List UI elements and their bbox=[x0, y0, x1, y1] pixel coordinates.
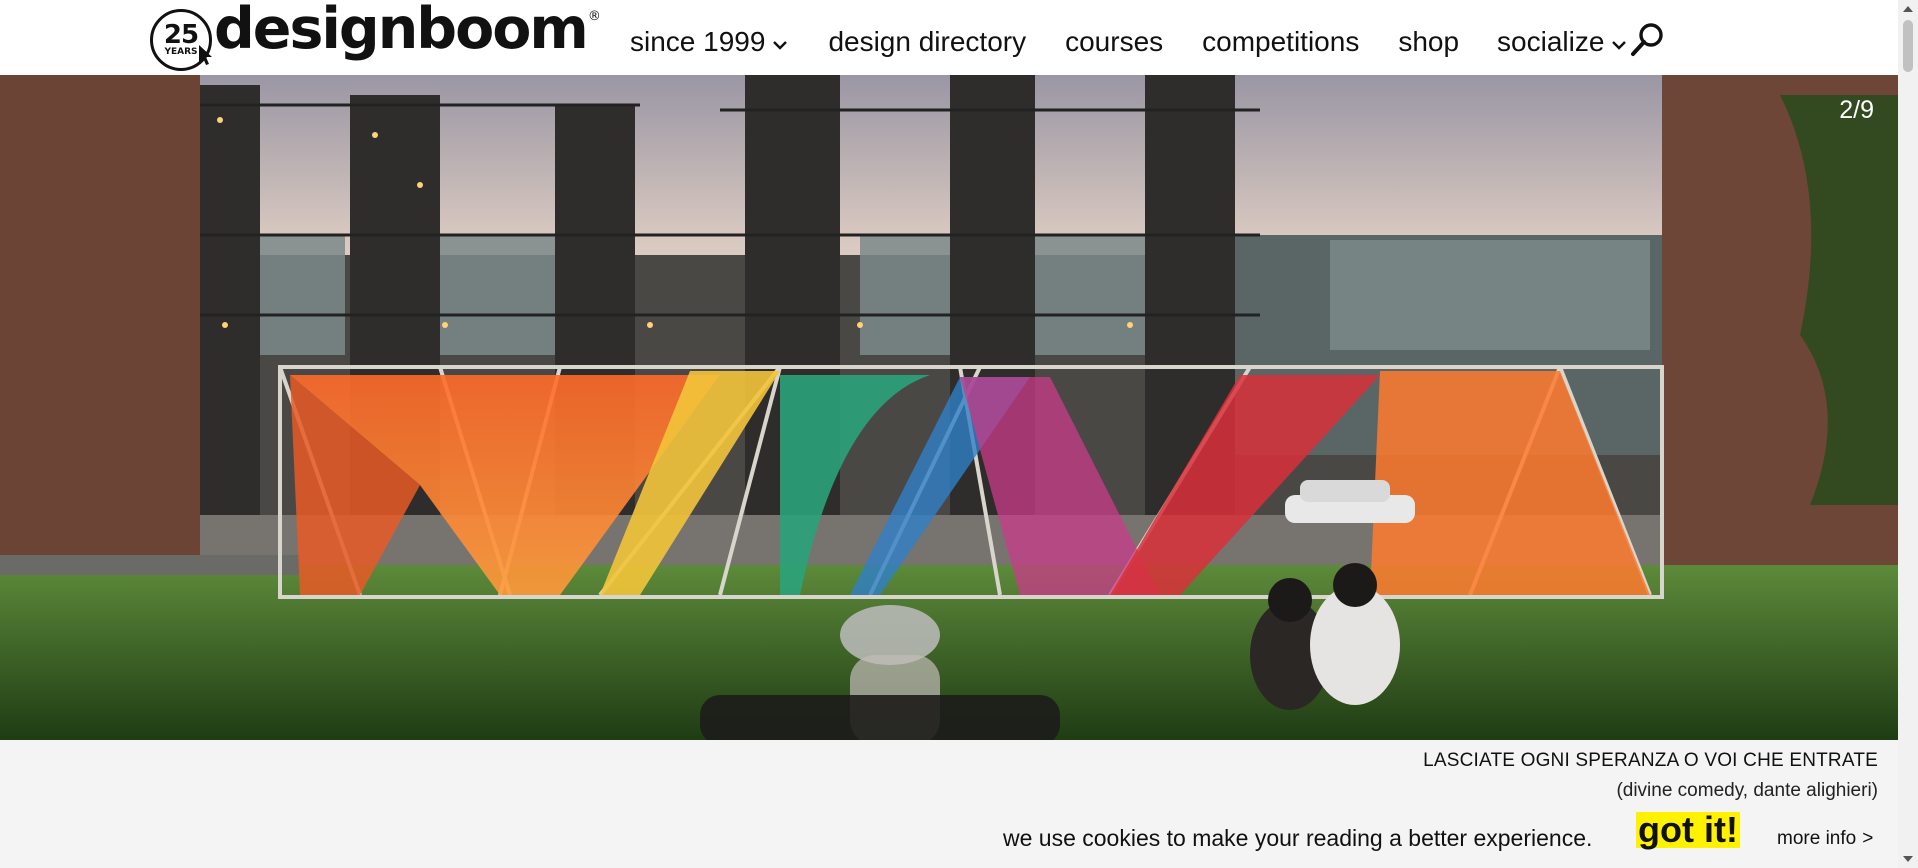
search-icon bbox=[1631, 23, 1663, 56]
scroll-thumb[interactable] bbox=[1903, 20, 1913, 72]
page-scrollbar[interactable] bbox=[1898, 0, 1918, 868]
nav-design-directory[interactable]: design directory bbox=[828, 26, 1026, 58]
scroll-down-arrow[interactable] bbox=[1903, 856, 1913, 862]
site-header: 25 YEARS designboom® since 1999 design d… bbox=[0, 0, 1898, 75]
cookie-accept-label: got it! bbox=[1638, 809, 1738, 850]
nav-label: shop bbox=[1398, 26, 1460, 57]
chevron-down-icon bbox=[1612, 41, 1627, 50]
main-nav: since 1999 design directory courses comp… bbox=[630, 20, 1627, 64]
nav-competitions[interactable]: competitions bbox=[1202, 26, 1359, 58]
nav-courses[interactable]: courses bbox=[1065, 26, 1163, 58]
slide-counter: 2/9 bbox=[1839, 96, 1874, 124]
badge-text: YEARS bbox=[164, 47, 198, 57]
nav-label: since 1999 bbox=[630, 26, 766, 57]
nav-label: courses bbox=[1065, 26, 1164, 57]
scroll-up-arrow[interactable] bbox=[1903, 6, 1913, 12]
more-info-label: more info bbox=[1777, 828, 1857, 849]
badge-number: 25 bbox=[163, 20, 199, 50]
nav-socialize[interactable]: socialize bbox=[1497, 26, 1627, 58]
cookie-message: we use cookies to make your reading a be… bbox=[1003, 825, 1593, 851]
nav-label: design directory bbox=[828, 26, 1027, 57]
logo-wordmark: designboom® bbox=[214, 0, 601, 75]
image-caption-source: (divine comedy, dante alighieri) bbox=[1616, 780, 1878, 801]
nav-label: socialize bbox=[1497, 26, 1605, 57]
caption-band: LASCIATE OGNI SPERANZA O VOI CHE ENTRATE… bbox=[0, 740, 1898, 868]
cookie-more-info-link[interactable]: more info > bbox=[1777, 828, 1873, 850]
image-caption-quote: LASCIATE OGNI SPERANZA O VOI CHE ENTRATE bbox=[1423, 750, 1878, 771]
nav-label: competitions bbox=[1202, 26, 1360, 57]
cookie-accept-button[interactable]: got it! bbox=[1636, 809, 1740, 850]
search-button[interactable] bbox=[1628, 20, 1668, 60]
chevron-down-icon bbox=[773, 41, 788, 50]
nav-shop[interactable]: shop bbox=[1398, 26, 1459, 58]
hero-slideshow[interactable]: 2/9 bbox=[0, 75, 1898, 740]
hero-photo bbox=[0, 75, 1898, 740]
nav-since-1999[interactable]: since 1999 bbox=[630, 26, 788, 58]
wordmark-text: designboom bbox=[214, 0, 589, 62]
chevron-right-icon: > bbox=[1862, 828, 1874, 849]
registered-mark: ® bbox=[587, 9, 601, 24]
designboom-logo[interactable]: 25 YEARS designboom® bbox=[150, 0, 601, 75]
25-years-badge: 25 YEARS bbox=[150, 9, 212, 71]
